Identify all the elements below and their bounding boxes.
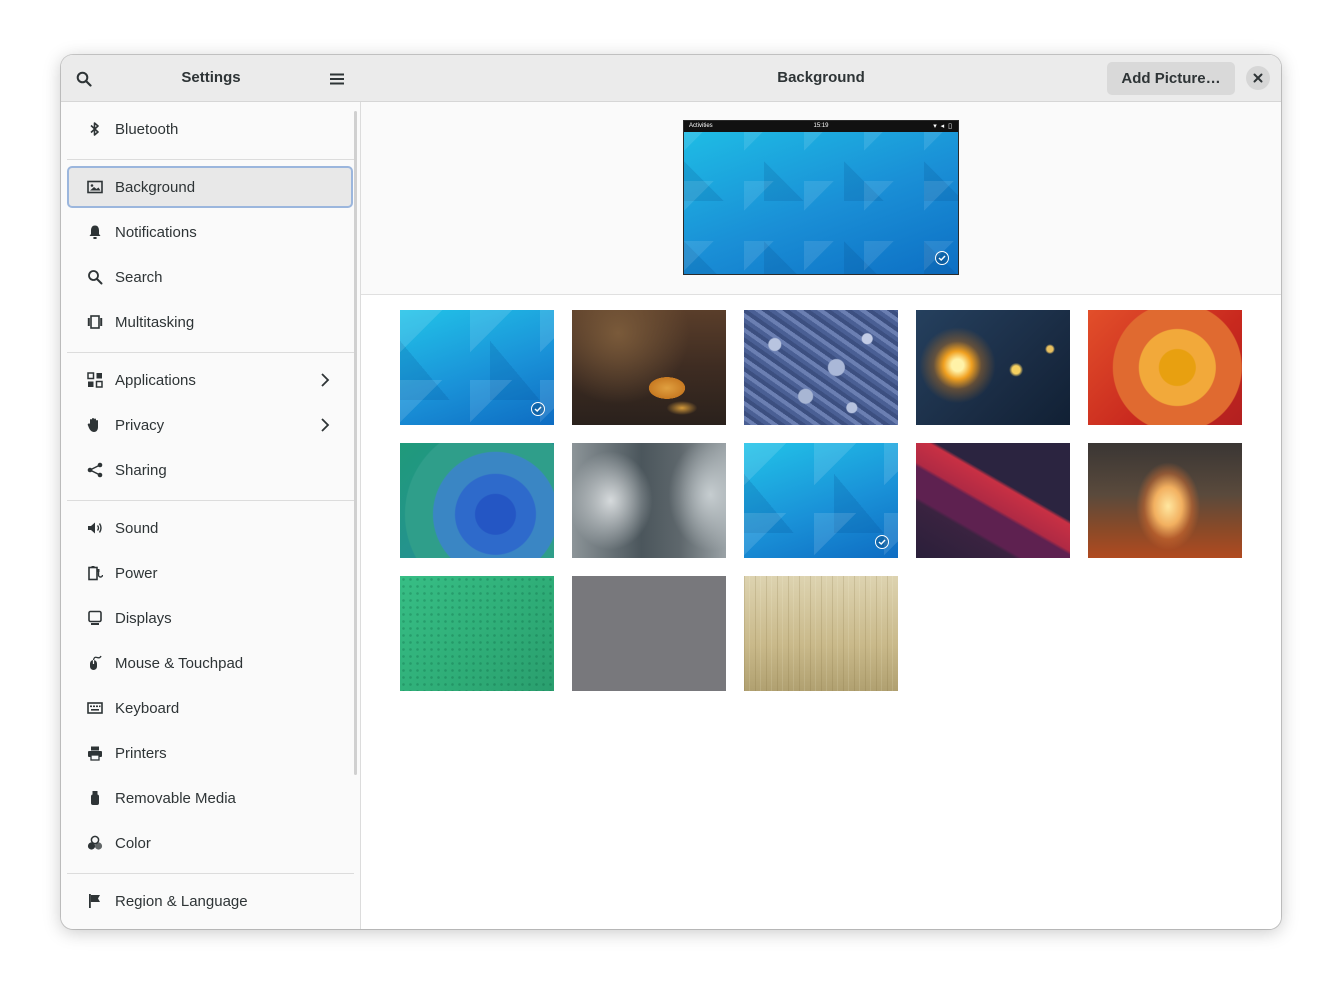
- speaker-icon: [87, 520, 103, 536]
- wallpaper-thumbnail[interactable]: [744, 310, 898, 425]
- sidebar-separator: [67, 159, 354, 160]
- sidebar-item-mouse-touchpad[interactable]: Mouse & Touchpad: [67, 642, 353, 684]
- search-icon: [87, 269, 103, 285]
- wallpaper-thumbnail[interactable]: [400, 310, 554, 425]
- wallpaper-thumbnail[interactable]: [744, 443, 898, 558]
- sidebar-scrollbar[interactable]: [354, 111, 357, 775]
- main-header: Background Add Picture…: [361, 55, 1281, 102]
- share-icon: [87, 462, 103, 478]
- sidebar-item-power[interactable]: Power: [67, 552, 353, 594]
- sidebar-item-label: Notifications: [115, 224, 197, 241]
- settings-window: Settings Bluetooth Background Notificati…: [61, 55, 1281, 929]
- mouse-icon: [87, 655, 103, 671]
- sidebar-item-label: Keyboard: [115, 700, 180, 717]
- sidebar: Settings Bluetooth Background Notificati…: [61, 55, 361, 929]
- sidebar-item-color[interactable]: Color: [67, 822, 353, 864]
- color-icon: [87, 835, 103, 851]
- sidebar-item-label: Multitasking: [115, 314, 195, 331]
- sidebar-item-sound[interactable]: Sound: [67, 507, 353, 549]
- main-panel: Background Add Picture… Activities 15:19…: [361, 55, 1281, 929]
- sidebar-item-region-language[interactable]: Region & Language: [67, 880, 353, 922]
- power-icon: [87, 565, 103, 581]
- keyboard-icon: [87, 700, 103, 716]
- wallpaper-thumbnail[interactable]: [1088, 310, 1242, 425]
- preview-status-icons: ▾ ◂ ▯: [933, 123, 953, 130]
- sidebar-item-label: Background: [115, 179, 196, 196]
- background-icon: [87, 179, 103, 195]
- wallpaper-thumbnail[interactable]: [572, 310, 726, 425]
- wallpaper-thumbnail[interactable]: [916, 443, 1070, 558]
- preview-topbar: Activities 15:19 ▾ ◂ ▯: [684, 121, 958, 132]
- sidebar-item-applications[interactable]: Applications: [67, 359, 353, 401]
- sidebar-item-notifications[interactable]: Notifications: [67, 211, 353, 253]
- flag-icon: [87, 893, 103, 909]
- wallpaper-thumbnail[interactable]: [572, 576, 726, 691]
- bluetooth-icon: [87, 121, 103, 137]
- sidebar-item-label: Sound: [115, 520, 159, 537]
- sidebar-item-search[interactable]: Search: [67, 256, 353, 298]
- sidebar-item-sharing[interactable]: Sharing: [67, 449, 353, 491]
- display-icon: [87, 610, 103, 626]
- sidebar-item-removable-media[interactable]: Removable Media: [67, 777, 353, 819]
- sidebar-item-bluetooth[interactable]: Bluetooth: [67, 108, 353, 150]
- background-preview: Activities 15:19 ▾ ◂ ▯: [683, 120, 959, 275]
- sidebar-item-label: Bluetooth: [115, 121, 179, 138]
- main-menu-button[interactable]: [323, 65, 351, 93]
- selected-check-icon: [875, 535, 889, 549]
- wallpaper-thumbnail[interactable]: [400, 576, 554, 691]
- sidebar-item-label: Color: [115, 835, 151, 852]
- add-picture-button[interactable]: Add Picture…: [1107, 62, 1235, 95]
- chevron-right-icon: [317, 372, 333, 388]
- multitasking-icon: [87, 314, 103, 330]
- wallpaper-thumbnail[interactable]: [916, 310, 1070, 425]
- sidebar-separator: [67, 500, 354, 501]
- sidebar-header: Settings: [61, 55, 361, 102]
- wallpaper-thumbnail[interactable]: [572, 443, 726, 558]
- sidebar-title: Settings: [181, 69, 241, 86]
- preview-area: Activities 15:19 ▾ ◂ ▯: [361, 102, 1281, 295]
- chevron-right-icon: [317, 417, 333, 433]
- usb-icon: [87, 790, 103, 806]
- sidebar-item-label: Displays: [115, 610, 172, 627]
- sidebar-item-label: Mouse & Touchpad: [115, 655, 244, 672]
- selected-check-icon: [935, 251, 949, 265]
- sidebar-item-label: Region & Language: [115, 893, 248, 910]
- sidebar-item-label: Power: [115, 565, 158, 582]
- sidebar-item-multitasking[interactable]: Multitasking: [67, 301, 353, 343]
- sidebar-item-label: Printers: [115, 745, 167, 762]
- wallpaper-thumbnail[interactable]: [400, 443, 554, 558]
- sidebar-item-displays[interactable]: Displays: [67, 597, 353, 639]
- wallpaper-thumbnail[interactable]: [744, 576, 898, 691]
- sidebar-item-background[interactable]: Background: [67, 166, 353, 208]
- printer-icon: [87, 745, 103, 761]
- preview-clock: 15:19: [813, 123, 829, 129]
- hand-icon: [87, 417, 103, 433]
- sidebar-item-privacy[interactable]: Privacy: [67, 404, 353, 446]
- sidebar-separator: [67, 352, 354, 353]
- sidebar-item-printers[interactable]: Printers: [67, 732, 353, 774]
- sidebar-item-label: Search: [115, 269, 163, 286]
- sidebar-separator: [67, 873, 354, 874]
- applications-icon: [87, 372, 103, 388]
- sidebar-item-label: Applications: [115, 372, 196, 389]
- sidebar-item-label: Removable Media: [115, 790, 236, 807]
- sidebar-item-keyboard[interactable]: Keyboard: [67, 687, 353, 729]
- hamburger-icon: [330, 73, 344, 85]
- close-icon: [1253, 73, 1263, 83]
- selected-check-icon: [531, 402, 545, 416]
- sidebar-item-label: Privacy: [115, 417, 165, 434]
- wallpaper-thumbnail[interactable]: [1088, 443, 1242, 558]
- bell-icon: [87, 224, 103, 240]
- close-button[interactable]: [1246, 66, 1270, 90]
- sidebar-item-label: Sharing: [115, 462, 167, 479]
